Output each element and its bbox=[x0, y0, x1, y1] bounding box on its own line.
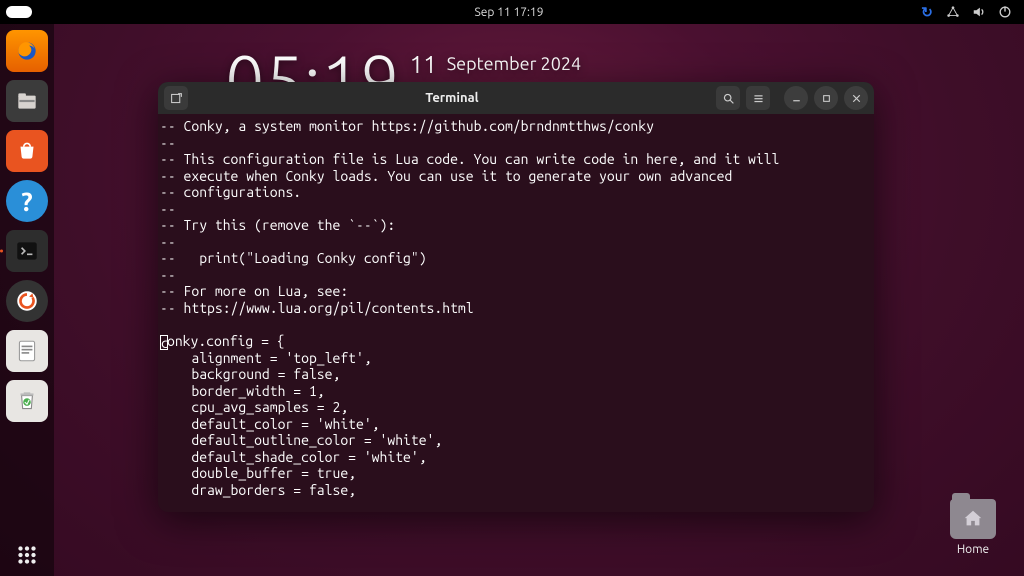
dock-help[interactable]: ? bbox=[6, 180, 48, 222]
topbar-clock[interactable]: Sep 11 17:19 bbox=[341, 6, 676, 19]
volume-icon[interactable] bbox=[972, 5, 986, 19]
search-button[interactable] bbox=[716, 86, 740, 110]
dock-show-apps[interactable] bbox=[6, 534, 48, 576]
network-icon[interactable] bbox=[946, 5, 960, 19]
menu-button[interactable] bbox=[746, 86, 770, 110]
refresh-indicator-icon[interactable]: ↻ bbox=[920, 5, 934, 19]
dock-trash[interactable] bbox=[6, 380, 48, 422]
activities-pill[interactable] bbox=[6, 6, 32, 18]
dock-firefox[interactable] bbox=[6, 30, 48, 72]
desktop-clock-monthyear: September 2024 bbox=[447, 45, 581, 73]
terminal-title: Terminal bbox=[194, 91, 710, 105]
close-button[interactable] bbox=[844, 86, 868, 110]
dock: ? bbox=[0, 24, 54, 576]
terminal-content[interactable]: -- Conky, a system monitor https://githu… bbox=[158, 114, 874, 502]
desktop-clock-day: 11 bbox=[410, 45, 437, 77]
minimize-button[interactable] bbox=[784, 86, 808, 110]
power-icon[interactable] bbox=[998, 5, 1012, 19]
home-folder-desktop-icon[interactable]: Home bbox=[950, 499, 996, 556]
folder-icon bbox=[950, 499, 996, 539]
dock-terminal[interactable] bbox=[6, 230, 48, 272]
top-bar: Sep 11 17:19 ↻ bbox=[0, 0, 1024, 24]
terminal-window: Terminal -- Conky, a system monitor http… bbox=[158, 82, 874, 512]
terminal-titlebar[interactable]: Terminal bbox=[158, 82, 874, 114]
new-tab-button[interactable] bbox=[164, 86, 188, 110]
dock-software-updater[interactable] bbox=[6, 280, 48, 322]
dock-text-editor[interactable] bbox=[6, 330, 48, 372]
home-folder-label: Home bbox=[950, 543, 996, 556]
maximize-button[interactable] bbox=[814, 86, 838, 110]
dock-files[interactable] bbox=[6, 80, 48, 122]
dock-software-center[interactable] bbox=[6, 130, 48, 172]
